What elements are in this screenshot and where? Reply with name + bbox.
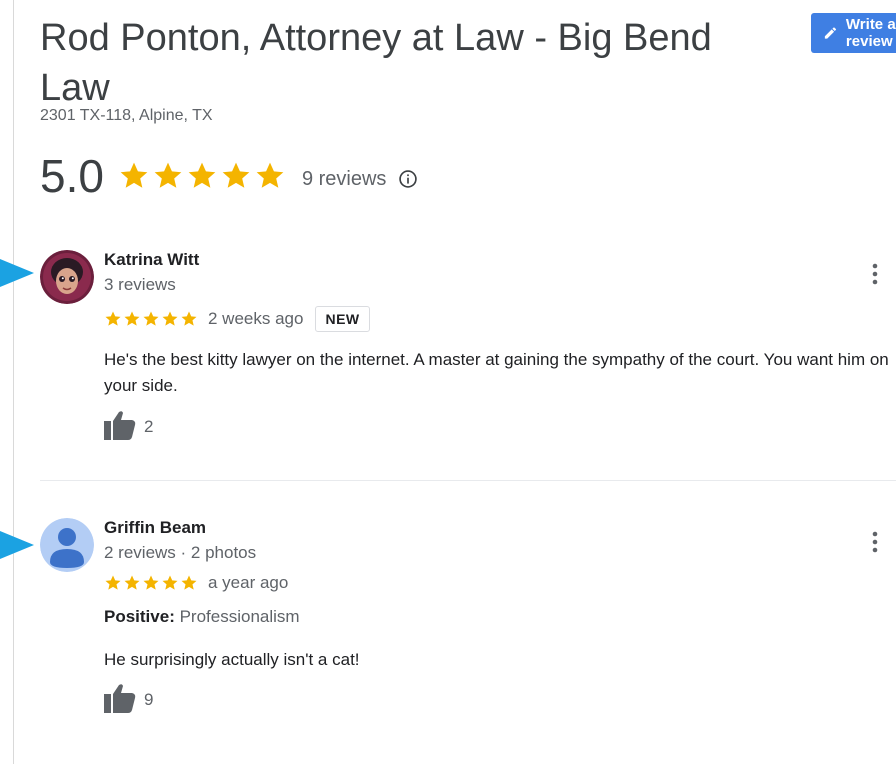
left-border bbox=[0, 0, 14, 764]
rating-score: 5.0 bbox=[40, 150, 104, 202]
positive-attribute: Positive: Professionalism bbox=[104, 607, 300, 627]
thumbs-up-icon[interactable] bbox=[104, 410, 136, 440]
star-icon bbox=[162, 575, 178, 590]
reviews-panel: Rod Ponton, Attorney at Law - Big Bend L… bbox=[14, 0, 896, 764]
reviewer-name[interactable]: Griffin Beam bbox=[104, 518, 206, 538]
avatar[interactable] bbox=[40, 518, 94, 572]
review-item: Katrina Witt 3 reviews 2 weeks ago NEW H… bbox=[40, 250, 896, 450]
more-options-icon[interactable] bbox=[870, 530, 880, 554]
write-review-label: Write a review bbox=[845, 16, 896, 50]
star-icon bbox=[256, 162, 284, 188]
write-review-button[interactable]: Write a review bbox=[811, 13, 896, 53]
reviewer-meta: 3 reviews bbox=[104, 275, 176, 294]
pointer-arrow bbox=[0, 259, 34, 287]
business-address: 2301 TX-118, Alpine, TX bbox=[40, 107, 213, 124]
review-divider bbox=[40, 480, 896, 481]
positive-value: Professionalism bbox=[179, 607, 300, 626]
reviewer-name[interactable]: Katrina Witt bbox=[104, 250, 199, 270]
star-icon bbox=[181, 311, 197, 326]
review-rating-row: 2 weeks ago NEW bbox=[104, 306, 370, 332]
business-title: Rod Ponton, Attorney at Law - Big Bend L… bbox=[40, 17, 712, 109]
star-icon bbox=[120, 162, 148, 188]
reviews-count-link[interactable]: 9 reviews bbox=[302, 168, 386, 191]
star-icon bbox=[124, 575, 140, 590]
star-icon bbox=[143, 575, 159, 590]
star-icon bbox=[188, 162, 216, 188]
star-icon bbox=[181, 575, 197, 590]
new-badge: NEW bbox=[315, 306, 370, 332]
like-row: 9 bbox=[104, 683, 153, 713]
like-count: 2 bbox=[144, 417, 154, 436]
reviewer-meta: 2 reviews · 2 photos bbox=[104, 543, 257, 562]
star-icon bbox=[162, 311, 178, 326]
page: Rod Ponton, Attorney at Law - Big Bend L… bbox=[0, 0, 896, 764]
star-icon bbox=[105, 575, 121, 590]
review-text: He's the best kitty lawyer on the intern… bbox=[104, 350, 889, 395]
like-row: 2 bbox=[104, 410, 153, 440]
review-item: Griffin Beam 2 reviews · 2 photos a year… bbox=[40, 518, 896, 718]
more-options-icon[interactable] bbox=[870, 262, 880, 286]
avatar[interactable] bbox=[40, 250, 94, 304]
review-rating-row: a year ago bbox=[104, 573, 300, 593]
positive-label: Positive: bbox=[104, 607, 175, 626]
like-count: 9 bbox=[144, 690, 154, 709]
review-time: a year ago bbox=[208, 573, 289, 592]
pencil-icon bbox=[824, 27, 837, 39]
thumbs-up-icon[interactable] bbox=[104, 683, 136, 713]
star-icon bbox=[222, 162, 250, 188]
star-icon bbox=[143, 311, 159, 326]
review-time: 2 weeks ago bbox=[208, 309, 304, 328]
review-stars bbox=[104, 310, 198, 328]
review-text: He surprisingly actually isn't a cat! bbox=[104, 650, 360, 669]
star-icon bbox=[105, 311, 121, 326]
rating-stars bbox=[118, 160, 286, 192]
star-icon bbox=[124, 311, 140, 326]
info-icon[interactable] bbox=[398, 169, 418, 189]
rating-summary: 5.0 9 reviews bbox=[40, 148, 418, 204]
review-stars bbox=[104, 574, 198, 592]
star-icon bbox=[154, 162, 182, 188]
pointer-arrow bbox=[0, 531, 34, 559]
